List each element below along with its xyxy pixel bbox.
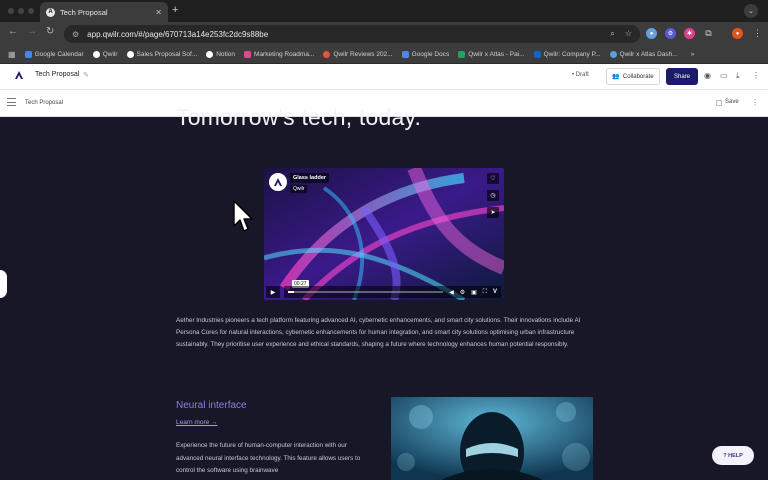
side-panel-handle[interactable] [0,270,7,298]
profile-avatar-icon[interactable]: ● [732,28,743,39]
bookmarks-bar: ▦ Google Calendar Qwilr Sales Proposal S… [0,46,768,64]
settings-gear-icon[interactable]: ⚙ [460,289,465,296]
bookmark-star-icon[interactable]: ☆ [625,29,632,39]
forward-icon[interactable]: → [27,26,37,37]
save-checkbox[interactable] [716,100,722,106]
share-button[interactable]: Share [666,68,698,85]
more-bookmarks-icon[interactable]: » [691,51,695,58]
extension-icon[interactable]: ✱ [684,28,695,39]
bookmark-item[interactable]: Sales Proposal Sof... [126,51,197,58]
bookmark-item[interactable]: Qwilr: Company P... [533,51,601,58]
back-icon[interactable]: ← [8,26,18,37]
extension-icon[interactable]: ⚙ [665,28,676,39]
video-title[interactable]: Glass ladder [290,173,330,183]
close-tab-icon[interactable]: ✕ [155,8,162,17]
watch-later-clock-icon[interactable]: ◷ [487,190,499,201]
save-button[interactable]: Save [725,99,739,105]
video-control-bar: ◀ ⚙ ▣ ⛶ V [284,286,501,298]
hero-heading: Tomorrow's tech, today. [176,104,422,130]
tab-search-icon[interactable]: ⌄ [744,4,758,18]
qwilr-logo-icon[interactable] [14,70,24,80]
volume-icon[interactable]: ◀ [449,289,454,296]
more-options-icon[interactable]: ⋮ [752,71,760,80]
qwilr-favicon-icon: A [46,7,55,17]
draft-status[interactable]: • Draft [572,72,589,78]
address-bar[interactable]: ⚙ app.qwilr.com/#/page/670713a14e253fc2d… [64,25,640,43]
users-icon: 👥 [612,74,620,80]
window-controls[interactable] [8,8,34,14]
vimeo-logo-icon[interactable]: V [493,289,497,295]
bookmark-item[interactable]: Google Calendar [24,51,84,58]
new-tab-icon[interactable]: + [172,4,178,16]
browser-menu-icon[interactable]: ⋮ [752,28,763,39]
edit-pencil-icon[interactable]: ✎ [83,71,89,79]
bookmark-item[interactable]: Google Docs [401,51,449,58]
fullscreen-icon[interactable]: ⛶ [483,289,487,296]
bookmark-item[interactable]: Marketing Roadma... [244,51,314,58]
reload-icon[interactable]: ↻ [46,26,54,37]
doc-title[interactable]: Tech Proposal [35,71,79,78]
menu-hamburger-icon[interactable] [7,98,16,106]
bookmark-item[interactable]: Qwilr x Atlas Dash... [609,51,678,58]
breadcrumb-title: Tech Proposal [25,100,64,106]
picture-in-picture-icon[interactable]: ▣ [471,289,477,296]
extensions-puzzle-icon[interactable]: ⧉ [703,28,714,39]
bookmark-item[interactable]: Notion [206,51,235,58]
download-icon[interactable]: ⤓ [736,71,740,81]
section-title: Neural interface [176,400,247,411]
help-button[interactable]: ? HELP [712,446,754,465]
zoom-icon[interactable]: ⌕ [610,29,614,39]
video-channel[interactable]: Qwilr [290,185,308,193]
play-icon[interactable]: ▶ [266,286,280,298]
bookmark-item[interactable]: Qwilr Reviews 202... [323,51,393,58]
section-body: Experience the future of human-computer … [176,442,361,474]
preview-eye-icon[interactable]: ◉ [704,71,711,80]
url-text: app.qwilr.com/#/page/670713a14e253fc2dc9… [87,29,269,39]
apps-grid-icon[interactable]: ▦ [8,50,16,59]
collaborate-button[interactable]: 👥 Collaborate [606,68,660,85]
intro-paragraph: Aether Industries pioneers a tech platfo… [176,317,581,349]
channel-logo-icon[interactable] [269,173,287,191]
page-more-icon[interactable]: ⋮ [751,98,759,107]
video-controls: ▶ ◀ ⚙ ▣ ⛶ V [266,285,501,299]
neural-interface-image [391,397,593,480]
present-icon[interactable]: ▭ [720,71,728,80]
bookmark-item[interactable]: Qwilr [92,51,118,58]
extension-icon[interactable]: ● [646,28,657,39]
learn-more-link[interactable]: Learn more → [176,419,218,426]
browser-tab[interactable]: A Tech Proposal ✕ [40,2,168,22]
site-info-icon[interactable]: ⚙ [72,30,79,39]
mouse-cursor-icon [233,200,253,232]
like-heart-icon[interactable]: ♡ [487,173,499,184]
share-send-icon[interactable]: ➤ [487,207,499,218]
bookmark-item[interactable]: Qwilr x Atlas - Pai... [458,51,525,58]
video-progress-bar[interactable] [288,291,444,293]
tab-title: Tech Proposal [60,7,108,17]
